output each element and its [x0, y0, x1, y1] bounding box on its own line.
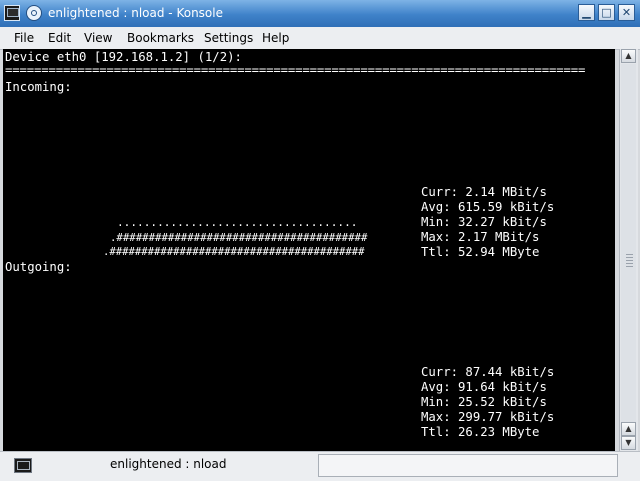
terminal-output[interactable]: Device eth0 [192.168.1.2] (1/2): =======…: [3, 49, 615, 451]
separator-line: ========================================…: [5, 63, 586, 77]
outgoing-min: Min: 25.52 kBit/s: [421, 395, 547, 409]
menu-edit[interactable]: Edit: [48, 31, 71, 45]
outgoing-label: Outgoing:: [5, 260, 72, 274]
session-tab-area[interactable]: [318, 454, 618, 477]
incoming-avg: Avg: 615.59 kBit/s: [421, 200, 555, 214]
window-menu-icon[interactable]: [26, 5, 42, 21]
outgoing-max: Max: 299.77 kBit/s: [421, 410, 555, 424]
session-tab-bar: enlightened : nload: [0, 451, 640, 481]
window-title: enlightened : nload - Konsole: [48, 6, 223, 20]
new-session-icon[interactable]: [14, 458, 32, 473]
menu-view[interactable]: View: [84, 31, 112, 45]
konsole-app-icon[interactable]: [4, 5, 20, 21]
incoming-curr: Curr: 2.14 MBit/s: [421, 185, 547, 199]
session-tab-label[interactable]: enlightened : nload: [110, 457, 227, 471]
menu-help[interactable]: Help: [262, 31, 289, 45]
window-titlebar[interactable]: enlightened : nload - Konsole ▁ □ ✕: [0, 0, 640, 28]
scrollbar-track[interactable]: [621, 64, 636, 434]
terminal-scrollbar[interactable]: ▲ ▲ ▼: [619, 49, 638, 451]
scroll-up-arrow-icon[interactable]: ▲: [621, 422, 636, 436]
maximize-button[interactable]: □: [598, 4, 615, 21]
close-button[interactable]: ✕: [618, 4, 635, 21]
menu-file[interactable]: File: [14, 31, 34, 45]
outgoing-ttl: Ttl: 26.23 MByte: [421, 425, 540, 439]
outgoing-avg: Avg: 91.64 kBit/s: [421, 380, 547, 394]
scroll-down-arrow-icon[interactable]: ▼: [621, 436, 636, 450]
scrollbar-grip-icon: [626, 254, 633, 268]
incoming-max: Max: 2.17 MBit/s: [421, 230, 540, 244]
incoming-ttl: Ttl: 52.94 MByte: [421, 245, 540, 259]
menu-settings[interactable]: Settings: [204, 31, 253, 45]
minimize-button[interactable]: ▁: [578, 4, 595, 21]
outgoing-curr: Curr: 87.44 kBit/s: [421, 365, 555, 379]
incoming-graph-row: .#######################################…: [103, 246, 365, 258]
incoming-min: Min: 32.27 kBit/s: [421, 215, 547, 229]
incoming-graph-row: .#######################################: [110, 231, 368, 244]
incoming-graph-row: ....................................: [117, 216, 358, 229]
menu-bookmarks[interactable]: Bookmarks: [127, 31, 194, 45]
scroll-up-arrow-icon[interactable]: ▲: [621, 49, 636, 63]
menu-bar: File Edit View Bookmarks Settings Help: [0, 27, 640, 50]
incoming-label: Incoming:: [5, 80, 72, 94]
